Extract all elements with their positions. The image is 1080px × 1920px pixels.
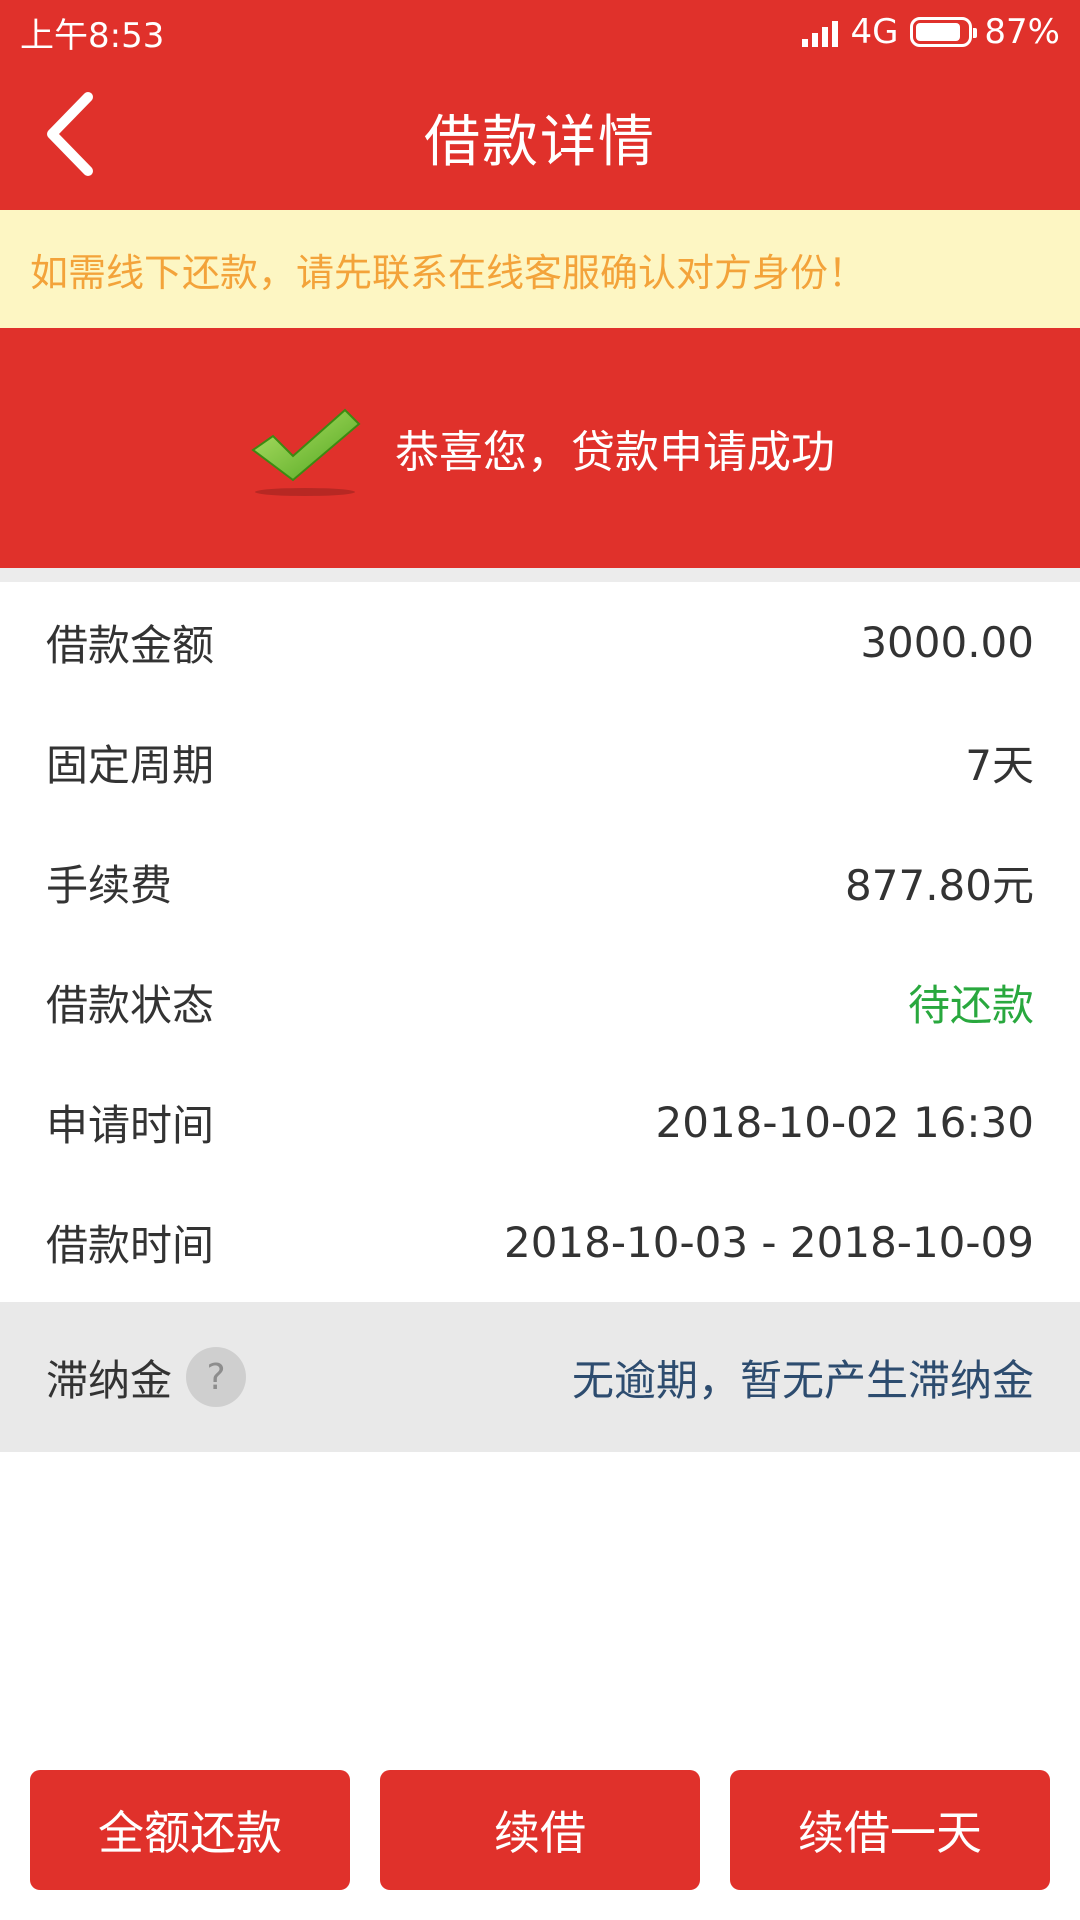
question-icon[interactable]: ?: [186, 1347, 247, 1407]
network-type: 4G: [850, 12, 899, 52]
detail-value: 2018-10-02 16:30: [655, 1097, 1034, 1147]
renew-one-day-button[interactable]: 续借一天: [730, 1770, 1050, 1890]
detail-label: 借款状态: [46, 980, 215, 1030]
check-icon: [245, 398, 365, 498]
status-bar: 上午8:53 4G 87%: [0, 0, 1080, 64]
detail-label: 固定周期: [46, 740, 215, 790]
late-fee-row: 滞纳金 ? 无逾期，暂无产生滞纳金: [0, 1302, 1080, 1452]
detail-label: 手续费: [46, 860, 173, 910]
detail-row-fee: 手续费 877.80元: [0, 822, 1080, 942]
action-bar: 全额还款 续借 续借一天: [0, 1770, 1080, 1890]
divider: [0, 568, 1080, 582]
detail-label: 借款时间: [46, 1220, 215, 1270]
battery-icon: [910, 17, 978, 47]
detail-value: 877.80元: [845, 860, 1034, 910]
loan-details: 借款金额 3000.00 固定周期 7天 手续费 877.80元 借款状态 待还…: [0, 582, 1080, 1302]
detail-label: 申请时间: [46, 1100, 215, 1150]
success-banner: 恭喜您，贷款申请成功: [0, 328, 1080, 568]
status-time: 上午8:53: [20, 15, 165, 56]
status-value: 待还款: [907, 980, 1034, 1030]
detail-row-amount: 借款金额 3000.00: [0, 582, 1080, 702]
full-repay-button[interactable]: 全额还款: [30, 1770, 350, 1890]
late-fee-value: 无逾期，暂无产生滞纳金: [571, 1355, 1034, 1405]
notice-text: 如需线下还款，请先联系在线客服确认对方身份！: [30, 250, 867, 295]
notice-banner: 如需线下还款，请先联系在线客服确认对方身份！: [0, 210, 1080, 328]
detail-label: 借款金额: [46, 620, 215, 670]
page-title: 借款详情: [424, 109, 656, 175]
renew-button[interactable]: 续借: [380, 1770, 700, 1890]
signal-icon: [802, 17, 839, 47]
detail-row-status: 借款状态 待还款: [0, 942, 1080, 1062]
detail-row-loan-time: 借款时间 2018-10-03 - 2018-10-09: [0, 1182, 1080, 1302]
late-fee-label-group: 滞纳金 ?: [46, 1347, 247, 1408]
battery-percent: 87%: [984, 12, 1060, 52]
detail-value: 3000.00: [860, 617, 1034, 667]
header-bar: 借款详情: [0, 64, 1080, 210]
detail-value: 2018-10-03 - 2018-10-09: [503, 1217, 1034, 1267]
success-text: 恭喜您，贷款申请成功: [395, 427, 835, 478]
detail-row-period: 固定周期 7天: [0, 702, 1080, 822]
detail-value: 7天: [965, 740, 1034, 790]
status-indicators: 4G 87%: [802, 12, 1060, 52]
detail-row-apply-time: 申请时间 2018-10-02 16:30: [0, 1062, 1080, 1182]
late-fee-label: 滞纳金: [46, 1355, 173, 1405]
